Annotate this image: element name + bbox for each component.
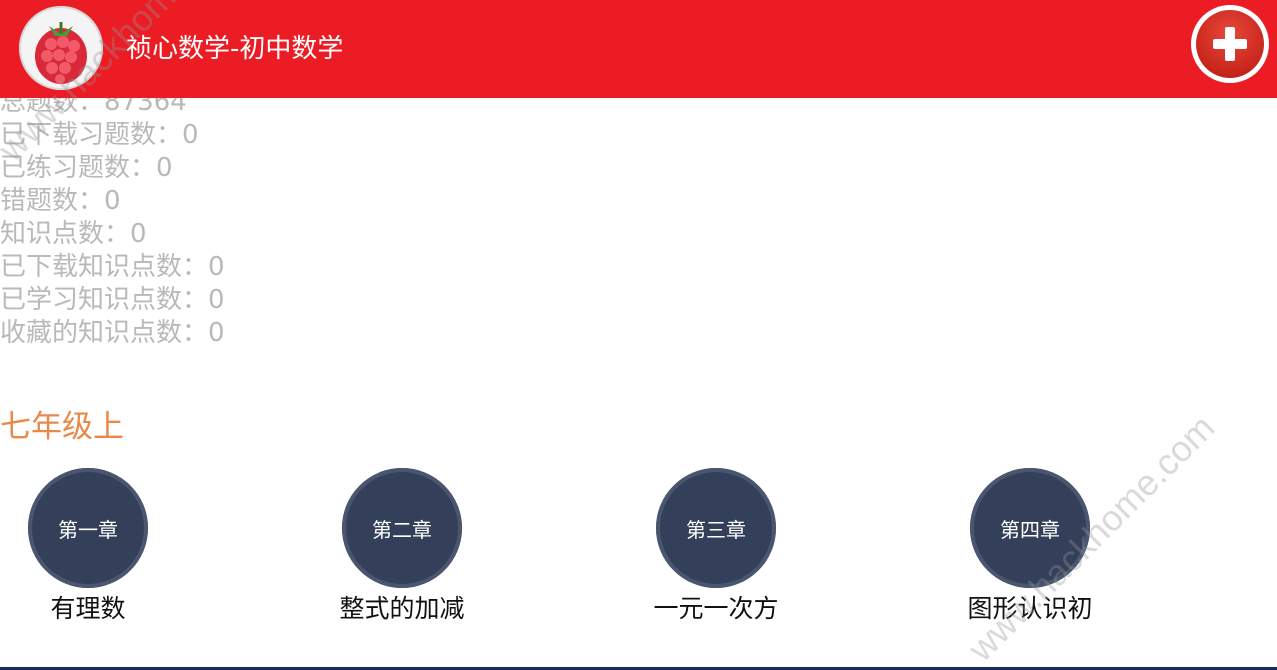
chapter-label: 第四章 bbox=[1000, 517, 1060, 542]
chapter-name[interactable]: 一元一次方 bbox=[636, 592, 796, 626]
stat-practiced-questions: 已练习题数：0 bbox=[0, 153, 173, 183]
chapter-name[interactable]: 有理数 bbox=[8, 592, 168, 626]
chapter-label: 第三章 bbox=[686, 517, 746, 542]
chapter-item[interactable]: 第三章 一元一次方 bbox=[636, 468, 796, 628]
chapter-button[interactable]: 第一章 bbox=[28, 468, 148, 588]
chapter-button[interactable]: 第二章 bbox=[342, 468, 462, 588]
app-header: 祯心数学-初中数学 bbox=[0, 0, 1277, 98]
plus-circle-icon[interactable] bbox=[1196, 10, 1264, 78]
add-button[interactable] bbox=[1191, 5, 1269, 83]
chapter-label: 第一章 bbox=[58, 517, 118, 542]
grade-section-title: 七年级上 bbox=[0, 409, 124, 445]
chapter-name[interactable]: 整式的加减 bbox=[322, 592, 482, 626]
stat-knowledge-points: 知识点数：0 bbox=[0, 219, 147, 249]
raspberry-logo-icon bbox=[19, 6, 103, 90]
chapter-name[interactable]: 图形认识初 bbox=[950, 592, 1110, 626]
stat-downloaded-questions: 已下载习题数：0 bbox=[0, 120, 199, 150]
stat-favorite-knowledge-points: 收藏的知识点数：0 bbox=[0, 318, 225, 348]
chapter-item[interactable]: 第一章 有理数 bbox=[8, 468, 168, 628]
chapter-button[interactable]: 第四章 bbox=[970, 468, 1090, 588]
stat-downloaded-knowledge-points: 已下载知识点数：0 bbox=[0, 252, 225, 282]
stat-learned-knowledge-points: 已学习知识点数：0 bbox=[0, 285, 225, 315]
chapter-item[interactable]: 第二章 整式的加减 bbox=[322, 468, 482, 628]
stats-list: 总题数：87364 已下载习题数：0 已练习题数：0 错题数：0 知识点数：0 … bbox=[0, 86, 225, 350]
chapter-item[interactable]: 第四章 图形认识初 bbox=[950, 468, 1110, 628]
app-title: 祯心数学-初中数学 bbox=[126, 34, 344, 64]
chapter-button[interactable]: 第三章 bbox=[656, 468, 776, 588]
stat-wrong-questions: 错题数：0 bbox=[0, 186, 121, 216]
chapter-label: 第二章 bbox=[372, 517, 432, 542]
